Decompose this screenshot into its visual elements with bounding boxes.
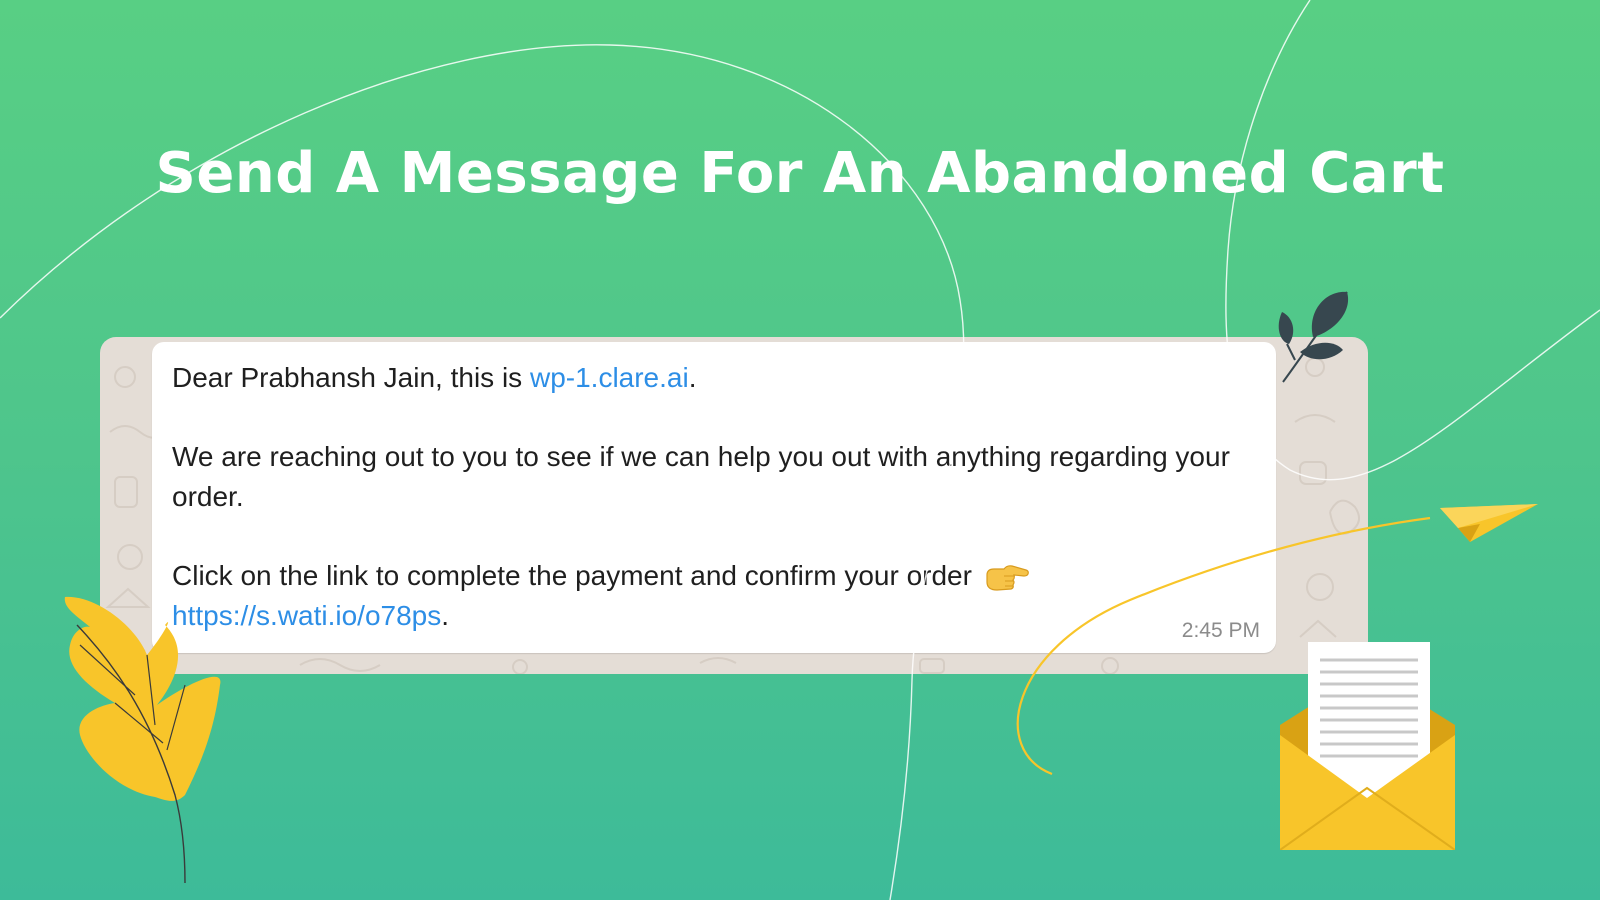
greeting-line: Dear Prabhansh Jain, this is wp-1.clare.… [172, 358, 1262, 398]
yellow-leaf-icon [64, 596, 221, 884]
dark-leaf-sprig-icon [1278, 291, 1349, 383]
sender-link[interactable]: wp-1.clare.ai [530, 362, 689, 393]
greeting-text: Dear Prabhansh Jain, this is [172, 362, 530, 393]
cta-text: Click on the link to complete the paymen… [172, 560, 972, 591]
page-title: Send A Message For An Abandoned Cart [155, 140, 1445, 206]
greeting-period: . [688, 362, 697, 393]
envelope-letter-icon [1280, 642, 1455, 850]
cta-period: . [441, 600, 450, 631]
